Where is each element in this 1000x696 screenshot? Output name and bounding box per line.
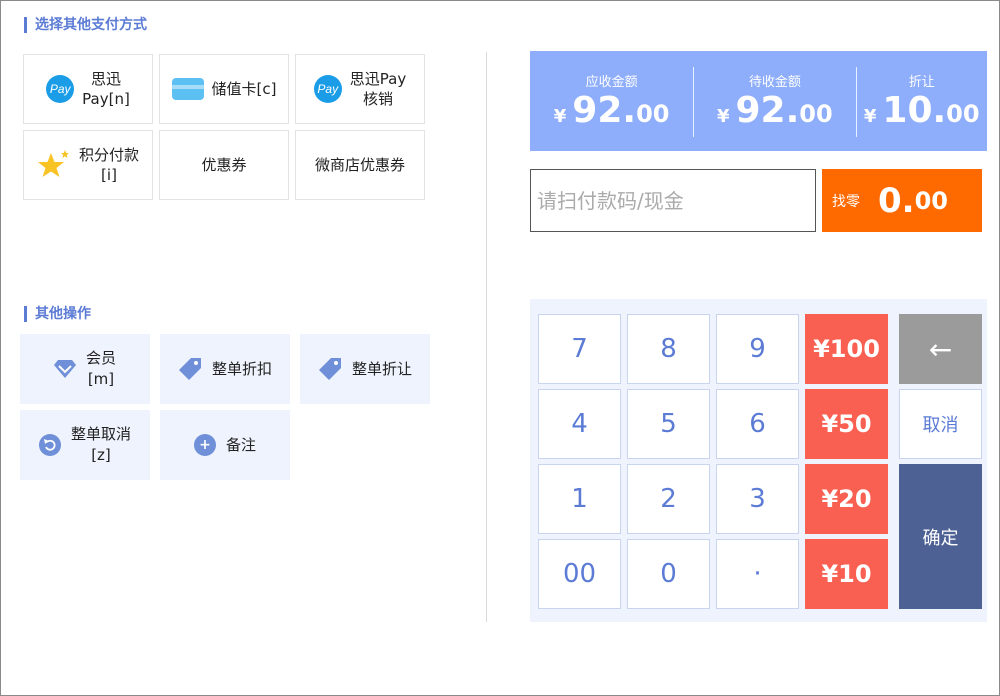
discount-amount: 折让 ¥ 10. 00	[856, 51, 987, 151]
key-8[interactable]: 8	[627, 314, 710, 384]
coupon-label: 优惠券	[201, 156, 247, 174]
key-3[interactable]: 3	[716, 464, 799, 534]
key-4[interactable]: 4	[538, 389, 621, 459]
confirm-button[interactable]: 确定	[899, 464, 982, 609]
change-int: 0.	[878, 180, 915, 221]
discount-label: 折让	[908, 75, 935, 90]
numeric-keypad: 7 8 9 ¥100 ← 4 5 6 ¥50 取消 1 2 3 ¥20 确定 0…	[530, 299, 987, 622]
pay-icon: Pay	[313, 75, 342, 103]
points-payment-label: 积分付款 [i]	[78, 146, 139, 184]
coupon-button[interactable]: 优惠券	[159, 130, 289, 200]
card-icon	[171, 78, 204, 100]
key-00[interactable]: 00	[538, 539, 621, 609]
payment-section-title: 选择其他支付方式	[24, 17, 147, 33]
undo-icon	[38, 434, 61, 456]
receivable-int: 92.	[572, 90, 637, 131]
note-button[interactable]: + 备注	[160, 410, 290, 480]
stored-value-card-label: 储值卡[c]	[211, 80, 277, 98]
member-button[interactable]: 会员 [m]	[20, 334, 150, 404]
quick-amount-10-button[interactable]: ¥10	[805, 539, 888, 609]
other-ops-title: 其他操作	[24, 306, 91, 322]
change-dec: 00	[914, 186, 948, 215]
quick-amount-100-button[interactable]: ¥100	[805, 314, 888, 384]
cancel-order-button[interactable]: 整单取消 [z]	[20, 410, 150, 480]
star-icon	[37, 150, 69, 177]
backspace-button[interactable]: ←	[899, 314, 982, 384]
tag-icon	[318, 358, 341, 380]
receivable-label: 应收金额	[585, 75, 638, 90]
diamond-icon	[53, 360, 76, 378]
pending-label: 待收金额	[748, 75, 801, 90]
change-label: 找零	[832, 193, 860, 210]
key-9[interactable]: 9	[716, 314, 799, 384]
microstore-coupon-button[interactable]: 微商店优惠券	[295, 130, 425, 200]
key-0[interactable]: 0	[627, 539, 710, 609]
order-allowance-label: 整单折让	[351, 359, 412, 378]
currency-symbol: ¥	[863, 106, 877, 127]
microstore-coupon-label: 微商店优惠券	[314, 156, 405, 174]
key-5[interactable]: 5	[627, 389, 710, 459]
key-2[interactable]: 2	[627, 464, 710, 534]
plus-icon: +	[193, 434, 216, 456]
pay-icon: Pay	[46, 75, 75, 103]
change-display: 找零 0. 00	[822, 169, 982, 232]
key-decimal-point[interactable]: ·	[716, 539, 799, 609]
currency-symbol: ¥	[716, 106, 730, 127]
sixun-pay-button[interactable]: Pay 思迅 Pay[n]	[23, 54, 153, 124]
stored-value-card-button[interactable]: 储值卡[c]	[159, 54, 289, 124]
order-allowance-button[interactable]: 整单折让	[300, 334, 430, 404]
sixun-pay-label: 思迅 Pay[n]	[82, 70, 130, 108]
pending-dec: 00	[799, 100, 833, 128]
receivable-dec: 00	[636, 100, 670, 128]
discount-int: 10.	[882, 90, 947, 131]
key-6[interactable]: 6	[716, 389, 799, 459]
currency-symbol: ¥	[553, 106, 567, 127]
note-label: 备注	[225, 435, 256, 454]
amount-summary: 应收金额 ¥ 92. 00 待收金额 ¥ 92. 00 折让 ¥ 10. 00	[530, 51, 987, 151]
cancel-order-label: 整单取消 [z]	[70, 425, 131, 464]
payment-code-input[interactable]	[530, 169, 816, 232]
panel-divider	[486, 52, 487, 622]
member-label: 会员 [m]	[85, 349, 116, 388]
key-1[interactable]: 1	[538, 464, 621, 534]
quick-amount-20-button[interactable]: ¥20	[805, 464, 888, 534]
cancel-button[interactable]: 取消	[899, 389, 982, 459]
pending-int: 92.	[735, 90, 800, 131]
sixun-pay-writeoff-button[interactable]: Pay 思迅Pay 核销	[295, 54, 425, 124]
order-discount-label: 整单折扣	[211, 359, 272, 378]
key-7[interactable]: 7	[538, 314, 621, 384]
pending-amount: 待收金额 ¥ 92. 00	[693, 51, 856, 151]
receivable-amount: 应收金额 ¥ 92. 00	[530, 51, 693, 151]
discount-dec: 00	[946, 100, 980, 128]
tag-icon	[178, 358, 201, 380]
order-discount-button[interactable]: 整单折扣	[160, 334, 290, 404]
quick-amount-50-button[interactable]: ¥50	[805, 389, 888, 459]
points-payment-button[interactable]: 积分付款 [i]	[23, 130, 153, 200]
sixun-pay-writeoff-label: 思迅Pay 核销	[349, 70, 407, 108]
